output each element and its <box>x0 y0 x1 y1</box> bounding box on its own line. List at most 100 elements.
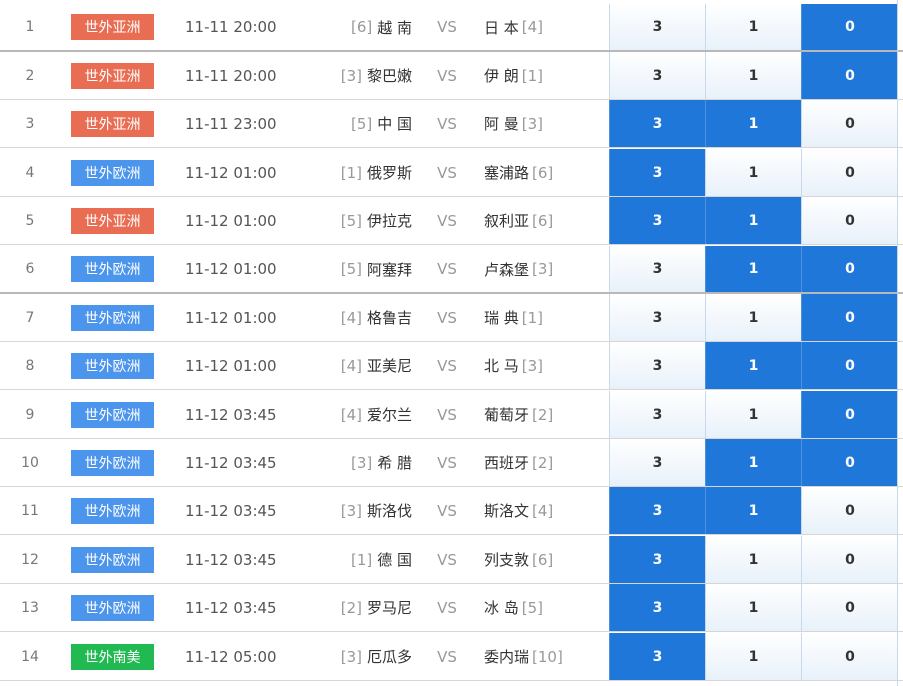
odd-lose-button[interactable]: 0 <box>801 52 898 99</box>
odd-draw-button[interactable]: 1 <box>705 439 801 486</box>
match-row[interactable]: 13 世外欧洲 11-12 03:45 [2] 罗马尼 VS 冰 岛 [5] 3 1 0 <box>0 584 903 632</box>
away-team[interactable]: 北 马 <box>484 355 519 376</box>
league-cell: 世外亚洲 <box>71 52 155 99</box>
home-team[interactable]: 伊拉克 <box>367 210 412 231</box>
home-team[interactable]: 德 国 <box>377 549 412 570</box>
away-team[interactable]: 卢森堡 <box>484 259 529 280</box>
league-badge[interactable]: 世外欧洲 <box>71 352 154 379</box>
odd-win-button[interactable]: 3 <box>609 536 705 583</box>
odd-draw-button[interactable]: 1 <box>705 342 801 389</box>
match-row[interactable]: 2 世外亚洲 11-11 20:00 [3] 黎巴嫩 VS 伊 朗 [1] 3 1 0 <box>0 52 903 100</box>
home-team[interactable]: 亚美尼 <box>367 355 412 376</box>
league-badge[interactable]: 世外欧洲 <box>71 546 154 573</box>
odd-lose-button[interactable]: 0 <box>801 391 898 438</box>
league-badge[interactable]: 世外欧洲 <box>71 256 154 282</box>
match-row[interactable]: 12 世外欧洲 11-12 03:45 [1] 德 国 VS 列支敦 [6] 3 1 0 <box>0 536 903 584</box>
odd-win-button[interactable]: 3 <box>609 439 705 486</box>
league-badge[interactable]: 世外亚洲 <box>71 14 154 40</box>
league-badge[interactable]: 世外欧洲 <box>71 401 154 428</box>
match-row[interactable]: 6 世外欧洲 11-12 01:00 [5] 阿塞拜 VS 卢森堡 [3] 3 1 0 <box>0 246 903 294</box>
odd-draw-button[interactable]: 1 <box>705 294 801 341</box>
odd-draw-button[interactable]: 1 <box>705 584 801 631</box>
odd-lose-button[interactable]: 0 <box>801 584 898 631</box>
away-team[interactable]: 叙利亚 <box>484 210 529 231</box>
odd-draw-button[interactable]: 1 <box>705 633 801 680</box>
odd-lose-button[interactable]: 0 <box>801 246 898 292</box>
match-row[interactable]: 3 世外亚洲 11-11 23:00 [5] 中 国 VS 阿 曼 [3] 3 1 0 <box>0 100 903 148</box>
odd-draw-button[interactable]: 1 <box>705 391 801 438</box>
home-team[interactable]: 黎巴嫩 <box>367 65 412 86</box>
odd-draw-button[interactable]: 1 <box>705 100 801 147</box>
home-team[interactable]: 俄罗斯 <box>367 162 412 183</box>
odd-lose-button[interactable]: 0 <box>801 633 898 680</box>
home-team[interactable]: 斯洛伐 <box>367 500 412 521</box>
odd-lose-button[interactable]: 0 <box>801 100 898 147</box>
away-team[interactable]: 瑞 典 <box>484 307 519 328</box>
match-row[interactable]: 10 世外欧洲 11-12 03:45 [3] 希 腊 VS 西班牙 [2] 3 1 0 <box>0 439 903 487</box>
away-team[interactable]: 伊 朗 <box>484 65 519 86</box>
away-team[interactable]: 冰 岛 <box>484 597 519 618</box>
league-badge[interactable]: 世外亚洲 <box>71 110 154 137</box>
match-row[interactable]: 9 世外欧洲 11-12 03:45 [4] 爱尔兰 VS 葡萄牙 [2] 3 1 0 <box>0 391 903 439</box>
away-team[interactable]: 塞浦路 <box>484 162 529 183</box>
odd-lose-button[interactable]: 0 <box>801 536 898 583</box>
home-team[interactable]: 爱尔兰 <box>367 404 412 425</box>
match-row[interactable]: 5 世外亚洲 11-12 01:00 [5] 伊拉克 VS 叙利亚 [6] 3 1 0 <box>0 197 903 245</box>
odd-win-button[interactable]: 3 <box>609 246 705 292</box>
odd-lose-button[interactable]: 0 <box>801 197 898 244</box>
odd-draw-button[interactable]: 1 <box>705 52 801 99</box>
odd-win-button[interactable]: 3 <box>609 100 705 147</box>
odd-win-button[interactable]: 3 <box>609 584 705 631</box>
home-team[interactable]: 格鲁吉 <box>367 307 412 328</box>
match-row[interactable]: 14 世外南美 11-12 05:00 [3] 厄瓜多 VS 委内瑞 [10] 3 1 0 <box>0 633 903 681</box>
home-team[interactable]: 越 南 <box>377 17 412 38</box>
odd-draw-button[interactable]: 1 <box>705 487 801 534</box>
league-badge[interactable]: 世外亚洲 <box>71 207 154 234</box>
away-team[interactable]: 斯洛文 <box>484 500 529 521</box>
odd-win-button[interactable]: 3 <box>609 294 705 341</box>
odd-lose-button[interactable]: 0 <box>801 342 898 389</box>
odd-win-button[interactable]: 3 <box>609 633 705 680</box>
league-badge[interactable]: 世外欧洲 <box>71 594 154 621</box>
league-badge[interactable]: 世外欧洲 <box>71 159 154 186</box>
odd-win-button[interactable]: 3 <box>609 149 705 196</box>
home-team[interactable]: 希 腊 <box>377 452 412 473</box>
odd-draw-button[interactable]: 1 <box>705 149 801 196</box>
odd-lose-button[interactable]: 0 <box>801 487 898 534</box>
away-team[interactable]: 葡萄牙 <box>484 404 529 425</box>
odd-lose-button[interactable]: 0 <box>801 439 898 486</box>
odd-win-button[interactable]: 3 <box>609 391 705 438</box>
odd-win-button[interactable]: 3 <box>609 342 705 389</box>
home-team[interactable]: 罗马尼 <box>367 597 412 618</box>
league-badge[interactable]: 世外南美 <box>71 643 154 670</box>
home-team[interactable]: 阿塞拜 <box>367 259 412 280</box>
match-row[interactable]: 8 世外欧洲 11-12 01:00 [4] 亚美尼 VS 北 马 [3] 3 1 0 <box>0 342 903 390</box>
league-badge[interactable]: 世外欧洲 <box>71 497 154 524</box>
away-team[interactable]: 日 本 <box>484 17 519 38</box>
match-row[interactable]: 7 世外欧洲 11-12 01:00 [4] 格鲁吉 VS 瑞 典 [1] 3 1 0 <box>0 294 903 342</box>
league-badge[interactable]: 世外亚洲 <box>71 62 154 89</box>
odd-draw-button[interactable]: 1 <box>705 197 801 244</box>
vs-label: VS <box>437 260 457 278</box>
away-team[interactable]: 列支敦 <box>484 549 529 570</box>
league-badge[interactable]: 世外欧洲 <box>71 449 154 476</box>
away-team[interactable]: 阿 曼 <box>484 113 519 134</box>
odd-draw-button[interactable]: 1 <box>705 246 801 292</box>
match-row[interactable]: 1 世外亚洲 11-11 20:00 [6] 越 南 VS 日 本 [4] 3 1 0 <box>0 4 903 52</box>
odd-win-button[interactable]: 3 <box>609 197 705 244</box>
odd-lose-button[interactable]: 0 <box>801 149 898 196</box>
odd-win-button[interactable]: 3 <box>609 4 705 50</box>
odd-win-button[interactable]: 3 <box>609 487 705 534</box>
odd-draw-button[interactable]: 1 <box>705 536 801 583</box>
away-team[interactable]: 委内瑞 <box>484 646 529 667</box>
odd-lose-button[interactable]: 0 <box>801 294 898 341</box>
match-row[interactable]: 11 世外欧洲 11-12 03:45 [3] 斯洛伐 VS 斯洛文 [4] 3 1 0 <box>0 487 903 535</box>
odd-win-button[interactable]: 3 <box>609 52 705 99</box>
away-team[interactable]: 西班牙 <box>484 452 529 473</box>
odd-draw-button[interactable]: 1 <box>705 4 801 50</box>
match-row[interactable]: 4 世外欧洲 11-12 01:00 [1] 俄罗斯 VS 塞浦路 [6] 3 1 0 <box>0 149 903 197</box>
home-team[interactable]: 厄瓜多 <box>367 646 412 667</box>
league-badge[interactable]: 世外欧洲 <box>71 304 154 331</box>
home-team[interactable]: 中 国 <box>377 113 412 134</box>
odd-lose-button[interactable]: 0 <box>801 4 898 50</box>
